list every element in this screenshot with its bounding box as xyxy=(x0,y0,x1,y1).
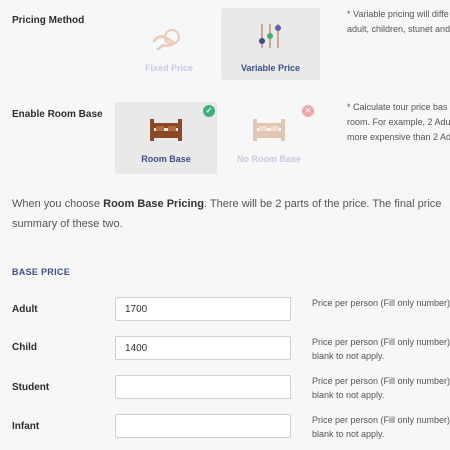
student-label: Student xyxy=(12,382,50,393)
bed-icon xyxy=(150,119,182,141)
infant-help-line1: Price per person (Fill only number) xyxy=(312,415,450,425)
info-line1-post: . There will be 2 parts of the price. Th… xyxy=(203,198,442,210)
child-help: Price per person (Fill only number) blan… xyxy=(312,335,450,363)
infant-price-input[interactable] xyxy=(115,414,291,438)
pricing-note-line2: adult, children, stunet and xyxy=(347,24,450,34)
child-help-line1: Price per person (Fill only number) xyxy=(312,337,450,347)
pricing-method-label: Pricing Method xyxy=(12,15,85,26)
room-base-label: Enable Room Base xyxy=(12,109,103,120)
no-room-base-option-label: No Room Base xyxy=(236,154,301,164)
variable-price-label: Variable Price xyxy=(240,63,301,73)
adult-price-input[interactable] xyxy=(115,297,291,321)
room-base-note: * Calculate tour price bas room. For exa… xyxy=(347,100,450,145)
variable-price-option[interactable]: Variable Price xyxy=(221,8,320,80)
room-base-option[interactable]: Room Base ✓ xyxy=(115,102,217,174)
hand-money-icon xyxy=(152,29,180,51)
info-line1-pre: When you choose xyxy=(12,198,104,210)
check-icon: ✓ xyxy=(203,105,215,117)
fixed-price-option[interactable]: Fixed Price xyxy=(120,8,218,80)
adult-label: Adult xyxy=(12,304,38,315)
fixed-price-label: Fixed Price xyxy=(144,63,194,73)
info-line1-bold: Room Base Pricing xyxy=(103,198,204,210)
info-line1: When you choose Room Base Pricing. There… xyxy=(12,194,441,214)
child-label: Child xyxy=(12,342,37,353)
infant-help: Price per person (Fill only number) blan… xyxy=(312,413,450,441)
room-note-line2: room. For example, 2 Adu xyxy=(347,117,450,127)
sliders-icon xyxy=(259,24,281,48)
no-room-base-option[interactable]: No Room Base × xyxy=(220,102,318,174)
close-icon[interactable]: × xyxy=(302,105,314,117)
pricing-method-note: * Variable pricing will diffe adult, chi… xyxy=(347,7,450,37)
infant-help-line2: blank to not apply. xyxy=(312,429,385,439)
infant-label: Infant xyxy=(12,421,40,432)
room-base-option-label: Room Base xyxy=(141,154,191,164)
bed-icon xyxy=(253,119,285,141)
child-price-input[interactable] xyxy=(115,336,291,360)
room-note-line3: more expensive than 2 Ad xyxy=(347,132,450,142)
room-base-info: When you choose Room Base Pricing. There… xyxy=(12,194,441,234)
child-help-line2: blank to not apply. xyxy=(312,351,385,361)
room-note-line1: * Calculate tour price bas xyxy=(347,102,448,112)
pricing-note-line1: * Variable pricing will diffe xyxy=(347,9,449,19)
adult-help-line1: Price per person (Fill only number) xyxy=(312,298,450,308)
student-price-input[interactable] xyxy=(115,375,291,399)
student-help: Price per person (Fill only number) blan… xyxy=(312,374,450,402)
adult-help: Price per person (Fill only number) xyxy=(312,296,450,310)
student-help-line2: blank to not apply. xyxy=(312,390,385,400)
base-price-heading: BASE PRICE xyxy=(12,267,71,277)
student-help-line1: Price per person (Fill only number) xyxy=(312,376,450,386)
info-line2: summary of these two. xyxy=(12,218,123,230)
